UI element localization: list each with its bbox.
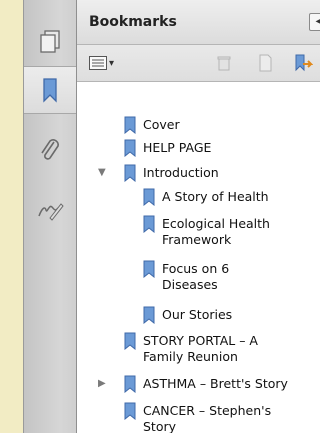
paperclip-icon [41,139,59,160]
bookmark-icon [143,188,155,206]
delete-bookmark-button[interactable] [217,53,231,73]
pages-icon [40,30,60,53]
chevron-down-icon: ▾ [109,57,115,69]
options-menu-button[interactable]: ▾ [89,53,114,73]
bookmark-label-line: Family Reunion [143,349,238,364]
bookmark-label: A Story of Health [162,189,269,205]
bookmark-label: Focus on 6 Diseases [162,261,229,293]
bookmark-item[interactable]: CANCER – Stephen's Story [77,402,320,433]
bookmark-item[interactable]: STORY PORTAL – A Family Reunion [77,332,320,368]
bookmark-item[interactable]: ▼ Introduction [77,164,320,184]
bookmark-label: Introduction [143,165,219,181]
bookmark-icon [124,164,136,182]
bookmark-label: HELP PAGE [143,140,211,156]
navigation-rail [24,0,77,433]
bookmark-icon [124,332,136,350]
bookmark-label-line: ASTHMA – Brett's Story [143,376,288,391]
bookmark-label-line: HELP PAGE [143,140,212,155]
bookmark-label-line: Cover [143,117,180,132]
bookmark-label-line: Our Stories [162,307,233,322]
bookmark-label: ASTHMA – Brett's Story [143,376,288,392]
bookmark-icon [124,139,136,157]
bookmark-tree: Cover HELP PAGE ▼ Introduction A Story of He… [77,82,320,433]
panel-header: Bookmarks ◂ [77,0,320,45]
bookmark-icon [124,375,136,393]
new-bookmark-icon [259,54,272,72]
acrobat-navigation-pane: Bookmarks ◂ ▾ [23,0,320,433]
collapsed-triangle-icon[interactable]: ▶ [98,379,108,389]
bookmark-label-line: Framework [162,232,232,247]
bookmark-item[interactable]: Ecological Health Framework [77,215,320,251]
bookmark-label-line: A Story of Health [162,189,269,204]
signatures-button[interactable] [24,186,76,234]
signature-icon [38,203,64,221]
bookmarks-panel: Bookmarks ◂ ▾ [77,0,320,433]
bookmark-item[interactable]: HELP PAGE [77,139,320,159]
collapse-panel-button[interactable]: ◂ [309,13,320,31]
pages-button[interactable] [24,17,76,65]
bookmark-icon [143,215,155,233]
list-options-icon [89,56,107,70]
expanded-triangle-icon[interactable]: ▼ [98,168,108,178]
bookmark-item[interactable]: ▶ ASTHMA – Brett's Story [77,375,320,395]
bookmark-arrow-icon [295,54,313,72]
bookmark-label: CANCER – Stephen's Story [143,403,271,433]
bookmark-label: Ecological Health Framework [162,216,270,248]
bookmark-label-line: CANCER – Stephen's [143,403,272,418]
bookmark-label-line: Ecological Health [162,216,270,231]
bookmark-item[interactable]: Cover [77,116,320,136]
bookmark-item[interactable]: Our Stories [77,306,320,326]
bookmark-label: Our Stories [162,307,232,323]
panel-title: Bookmarks [89,14,177,30]
bookmark-icon [124,402,136,420]
new-bookmark-button[interactable] [257,53,273,73]
bookmark-label-line: STORY PORTAL – A [143,333,258,348]
bookmark-label: STORY PORTAL – A Family Reunion [143,333,258,365]
bookmarks-toolbar: ▾ [77,45,320,82]
bookmark-item[interactable]: A Story of Health [77,188,320,208]
bookmark-icon [143,260,155,278]
tag-bookmark-button[interactable] [293,53,313,73]
bookmark-label-line: Introduction [143,165,219,180]
bookmark-label-line: Focus on 6 [162,261,230,276]
bookmarks-button[interactable] [24,66,76,114]
bookmark-icon [124,116,136,134]
bookmark-item[interactable]: Focus on 6 Diseases [77,260,320,296]
bookmark-icon [43,78,57,103]
bookmark-label: Cover [143,117,180,133]
trash-icon [217,56,231,71]
bookmark-label-line: Story [143,419,177,433]
attachments-button[interactable] [24,126,76,174]
bookmark-label-line: Diseases [162,277,218,292]
bookmark-icon [143,306,155,324]
